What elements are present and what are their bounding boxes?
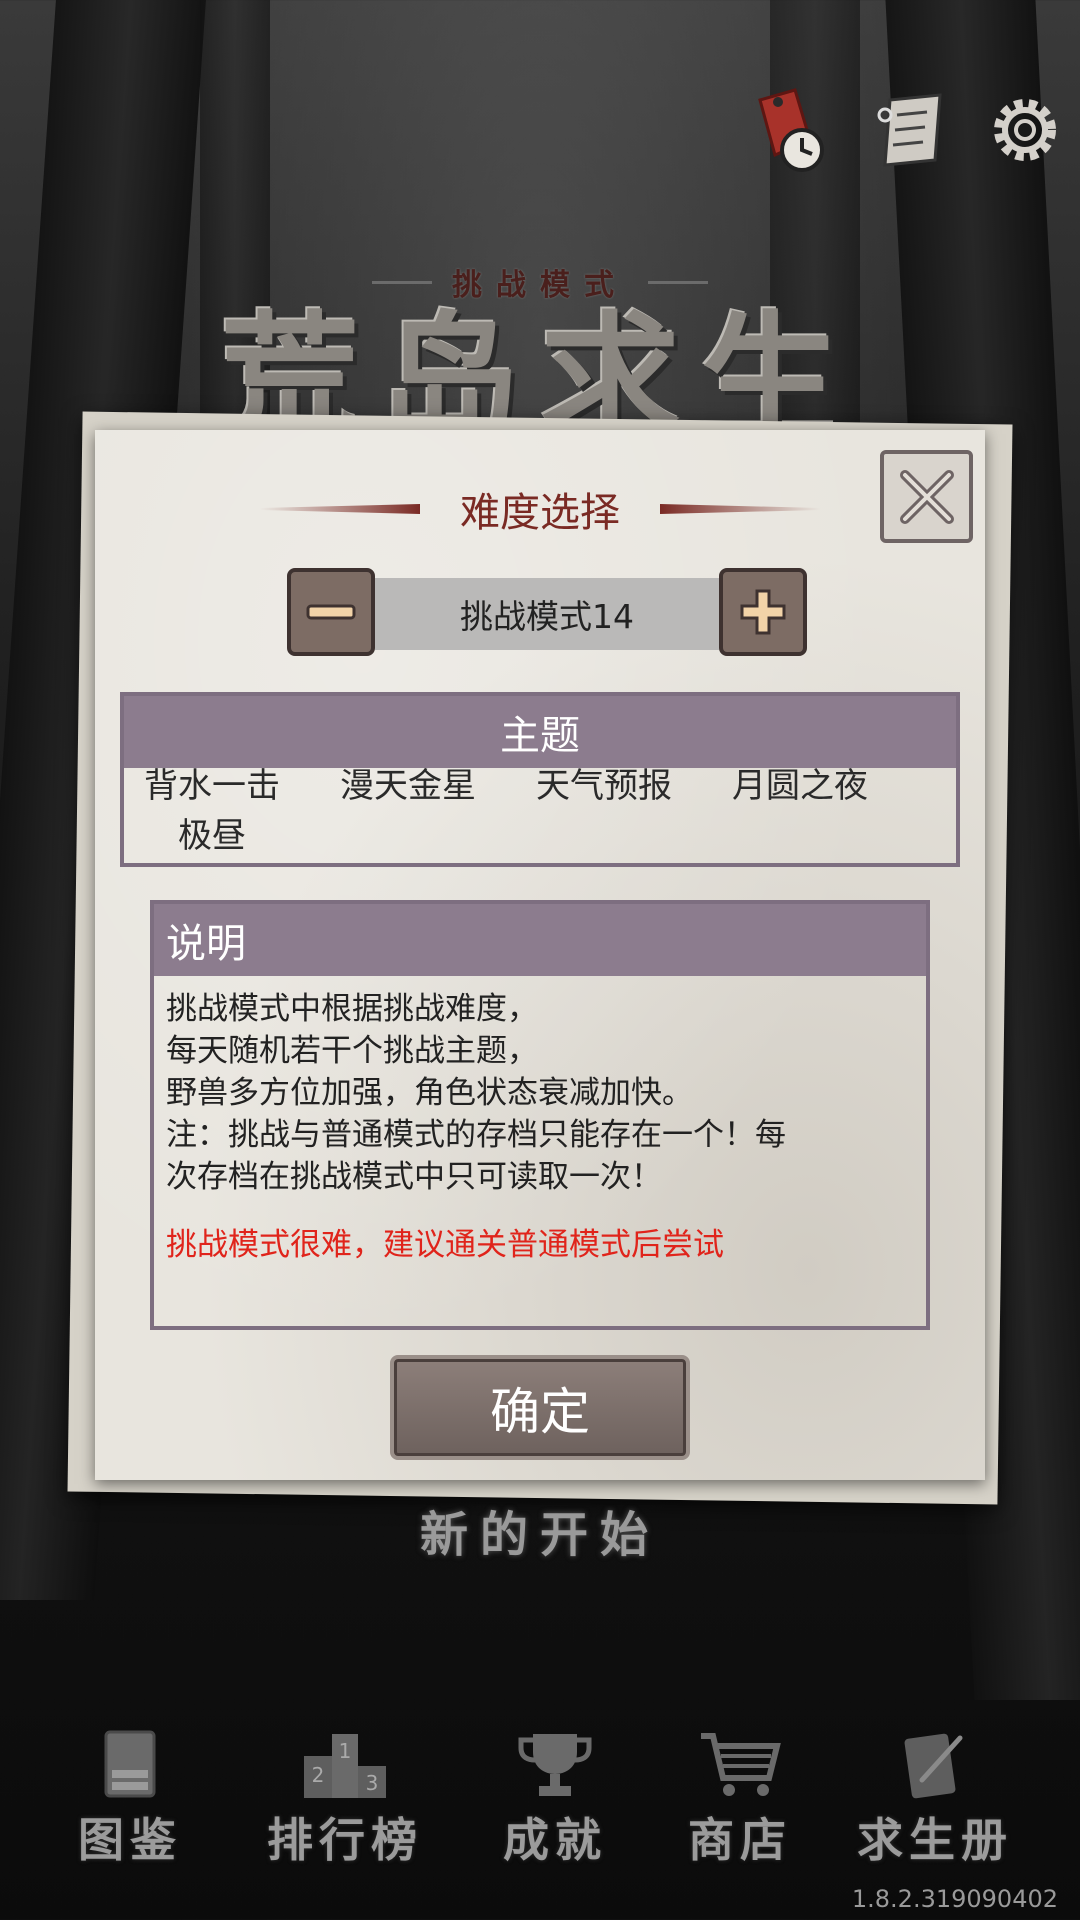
clock-tag-icon[interactable] (740, 80, 830, 180)
theme-header: 主题 (124, 696, 956, 768)
nav-item-achievements[interactable]: 成就 (465, 1720, 645, 1870)
difficulty-dialog: 难度选择 挑战模式14 主题 背水一击 漫天金星 天气预报 月圆之夜 极昼 说明… (95, 430, 985, 1480)
scroll-icon[interactable] (865, 80, 955, 180)
theme-item: 月圆之夜 (732, 766, 868, 806)
difficulty-value: 挑战模式14 (375, 578, 719, 650)
description-line: 次存档在挑战模式中只可读取一次！ (166, 1159, 662, 1195)
svg-text:1: 1 (339, 1739, 352, 1763)
description-line: 每天随机若干个挑战主题， (166, 1033, 538, 1069)
header-ornament (260, 504, 420, 514)
dialog-title: 难度选择 (460, 490, 620, 536)
nav-item-leaderboard[interactable]: 12 3 排行榜 (255, 1720, 435, 1870)
nav-label: 成就 (503, 1813, 607, 1867)
theme-item: 天气预报 (536, 766, 672, 806)
book-icon (100, 1720, 160, 1800)
description-section: 说明 挑战模式中根据挑战难度， 每天随机若干个挑战主题， 野兽多方位加强，角色状… (150, 900, 930, 1330)
nav-label: 求生册 (857, 1813, 1013, 1867)
description-line: 注：挑战与普通模式的存档只能存在一个！每 (166, 1117, 786, 1153)
nav-label: 商店 (688, 1813, 792, 1867)
notebook-icon (900, 1720, 970, 1800)
trophy-icon (515, 1720, 595, 1800)
new-start-button[interactable]: 新的开始 (340, 1495, 740, 1565)
game-title-logo: 荒岛求生 (219, 300, 860, 430)
nav-label: 排行榜 (267, 1813, 423, 1867)
nav-label: 图鉴 (78, 1813, 182, 1867)
mode-label: 挑战模式 (452, 268, 628, 303)
cart-icon (697, 1720, 783, 1800)
nav-item-shop[interactable]: 商店 (650, 1720, 830, 1870)
description-header: 说明 (154, 904, 926, 976)
theme-item: 漫天金星 (340, 766, 476, 806)
mode-label-row: 挑战模式 (340, 260, 740, 304)
podium-icon: 12 3 (300, 1720, 390, 1800)
confirm-button[interactable]: 确定 (390, 1355, 690, 1460)
svg-text:3: 3 (366, 1771, 379, 1795)
description-line: 挑战模式中根据挑战难度， (166, 991, 538, 1027)
gear-icon[interactable] (985, 80, 1065, 180)
warning-text: 挑战模式很难，建议通关普通模式后尝试 (166, 1227, 724, 1263)
plus-icon (740, 589, 786, 635)
theme-item: 背水一击 (144, 766, 280, 806)
divider (372, 280, 432, 284)
divider (648, 280, 708, 284)
close-button[interactable] (880, 450, 973, 543)
close-icon (899, 469, 954, 524)
theme-section: 主题 背水一击 漫天金星 天气预报 月圆之夜 极昼 (120, 692, 960, 867)
decrease-button[interactable] (287, 568, 375, 656)
header-ornament (660, 504, 820, 514)
difficulty-stepper: 挑战模式14 (287, 568, 807, 656)
version-label: 1.8.2.319090402 (851, 1885, 1058, 1913)
increase-button[interactable] (719, 568, 807, 656)
minus-icon (306, 604, 356, 620)
description-body: 挑战模式中根据挑战难度， 每天随机若干个挑战主题， 野兽多方位加强，角色状态衰减… (154, 976, 926, 1266)
description-line: 野兽多方位加强，角色状态衰减加快。 (166, 1075, 693, 1111)
dialog-header: 难度选择 (95, 480, 985, 538)
theme-item: 极昼 (178, 816, 246, 856)
svg-text:2: 2 (312, 1763, 325, 1787)
bottom-nav: 图鉴 12 3 排行榜 成就 商店 求生册 (0, 1720, 1080, 1870)
theme-list: 背水一击 漫天金星 天气预报 月圆之夜 极昼 (124, 768, 956, 868)
nav-item-survival-book[interactable]: 求生册 (845, 1720, 1025, 1870)
nav-item-codex[interactable]: 图鉴 (40, 1720, 220, 1870)
